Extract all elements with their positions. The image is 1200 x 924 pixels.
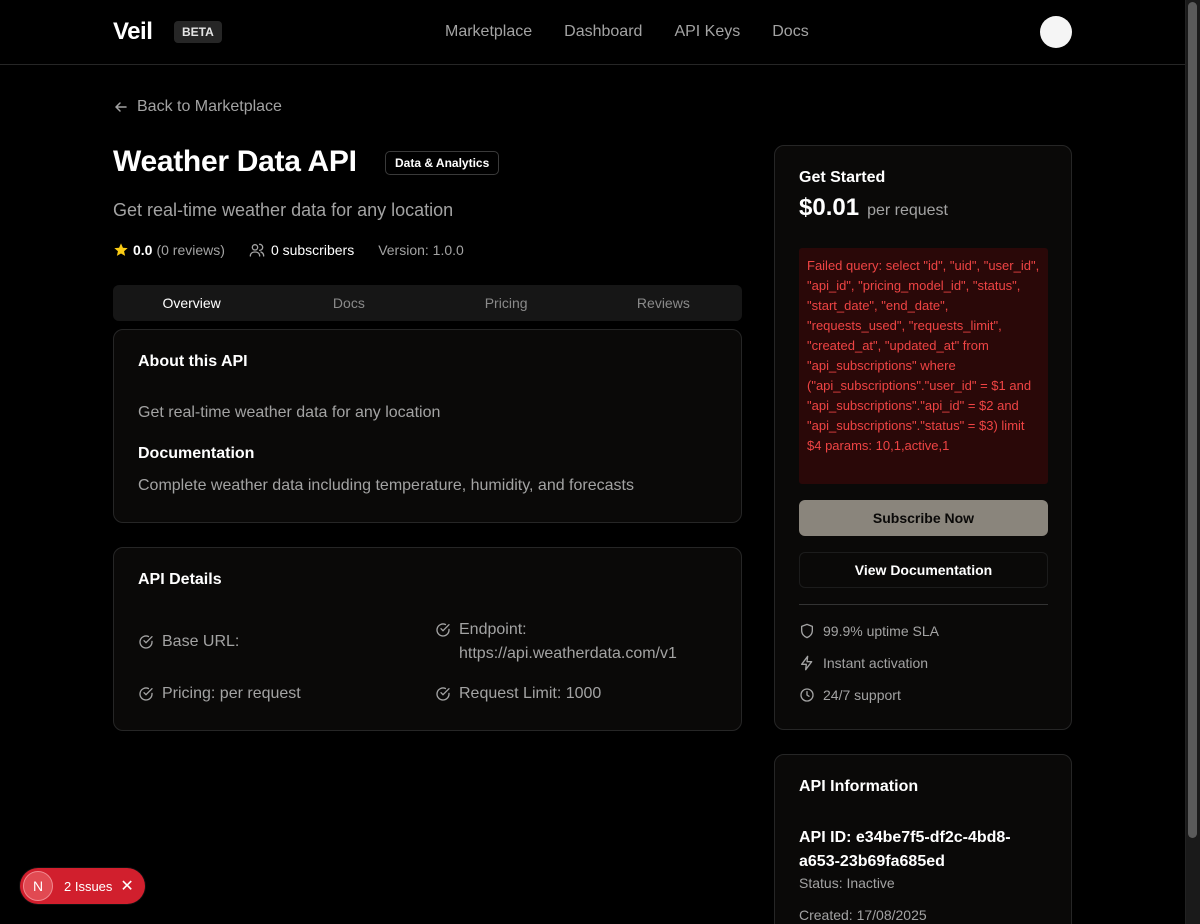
detail-base-url: Base URL: xyxy=(138,630,239,654)
nextjs-icon: N xyxy=(23,871,53,901)
tab-pricing[interactable]: Pricing xyxy=(428,285,585,321)
logo[interactable]: Veil xyxy=(113,18,153,46)
issues-badge[interactable]: N 2 Issues ✕ xyxy=(20,868,145,904)
page-scrollbar[interactable] xyxy=(1185,0,1200,924)
documentation-heading: Documentation xyxy=(138,445,255,462)
api-tabs: Overview Docs Pricing Reviews xyxy=(113,285,742,321)
clock-icon xyxy=(800,688,814,702)
close-icon[interactable]: ✕ xyxy=(120,876,133,896)
api-information-heading: API Information xyxy=(799,778,919,795)
api-title: Weather Data API xyxy=(113,145,357,178)
api-information-card: API Information API ID: e34be7f5-df2c-4b… xyxy=(774,754,1072,924)
scrollbar-thumb[interactable] xyxy=(1188,2,1197,838)
tab-overview[interactable]: Overview xyxy=(113,285,270,321)
about-description: Get real-time weather data for any locat… xyxy=(138,404,441,421)
endpoint-label: Endpoint: xyxy=(459,621,527,638)
subscribe-button[interactable]: Subscribe Now xyxy=(799,500,1048,536)
check-circle-icon xyxy=(436,687,450,701)
api-details-card: API Details Base URL: Endpoint: https://… xyxy=(113,547,742,731)
back-link-label: Back to Marketplace xyxy=(137,98,282,115)
detail-endpoint: Endpoint: https://api.weatherdata.com/v1 xyxy=(435,618,677,666)
tab-docs[interactable]: Docs xyxy=(270,285,427,321)
get-started-card: Get Started $0.01 per request Failed que… xyxy=(774,145,1072,730)
api-subtitle: Get real-time weather data for any locat… xyxy=(113,200,454,220)
request-limit-label: Request Limit: 1000 xyxy=(459,685,602,702)
tab-reviews[interactable]: Reviews xyxy=(585,285,742,321)
feature-uptime-label: 99.9% uptime SLA xyxy=(823,623,939,639)
endpoint-value: https://api.weatherdata.com/v1 xyxy=(459,645,677,662)
feature-activation: Instant activation xyxy=(799,655,928,671)
main-nav: Marketplace Dashboard API Keys Docs xyxy=(445,21,809,43)
about-card: About this API Get real-time weather dat… xyxy=(113,329,742,523)
arrow-left-icon xyxy=(115,102,127,112)
rating: 0.0 (0 reviews) xyxy=(113,242,225,258)
feature-support: 24/7 support xyxy=(799,687,901,703)
feature-activation-label: Instant activation xyxy=(823,655,929,671)
api-details-heading: API Details xyxy=(138,571,222,588)
nav-api-keys[interactable]: API Keys xyxy=(674,21,740,43)
divider xyxy=(799,604,1048,605)
pricing-label: Pricing: per request xyxy=(162,685,301,702)
subscriber-count: 0 subscribers xyxy=(270,242,355,258)
detail-request-limit: Request Limit: 1000 xyxy=(435,682,601,706)
base-url-label: Base URL: xyxy=(162,633,240,650)
beta-badge: BETA xyxy=(174,21,222,43)
version: Version: 1.0.0 xyxy=(378,242,464,258)
feature-support-label: 24/7 support xyxy=(823,687,901,703)
price-unit: per request xyxy=(867,202,948,219)
subscribers: 0 subscribers xyxy=(249,242,354,258)
nav-dashboard[interactable]: Dashboard xyxy=(564,21,642,43)
nav-docs[interactable]: Docs xyxy=(772,21,808,43)
user-avatar[interactable] xyxy=(1040,16,1072,48)
api-status: Status: Inactive xyxy=(799,875,895,891)
documentation-text: Complete weather data including temperat… xyxy=(138,477,634,494)
back-to-marketplace-link[interactable]: Back to Marketplace xyxy=(113,98,282,116)
about-heading: About this API xyxy=(138,353,248,370)
get-started-heading: Get Started xyxy=(799,169,886,186)
issues-label: 2 Issues xyxy=(64,878,113,894)
price-amount: $0.01 xyxy=(799,194,860,221)
api-meta: 0.0 (0 reviews) 0 subscribers Version: 1… xyxy=(113,242,464,258)
check-circle-icon xyxy=(436,623,450,637)
price: $0.01 per request xyxy=(799,194,948,222)
detail-pricing: Pricing: per request xyxy=(138,682,301,706)
feature-uptime: 99.9% uptime SLA xyxy=(799,623,939,639)
view-documentation-button[interactable]: View Documentation xyxy=(799,552,1048,588)
top-nav: Veil BETA Marketplace Dashboard API Keys… xyxy=(0,0,1185,65)
rating-value: 0.0 xyxy=(133,242,153,258)
shield-icon xyxy=(801,623,813,639)
category-badge: Data & Analytics xyxy=(385,151,500,175)
star-icon xyxy=(114,243,128,256)
review-count: (0 reviews) xyxy=(156,242,225,258)
users-icon xyxy=(249,243,265,257)
lightning-icon xyxy=(801,655,813,671)
api-id: API ID: e34be7f5-df2c-4bd8-a653-23b69fa6… xyxy=(799,829,1011,870)
nav-marketplace[interactable]: Marketplace xyxy=(445,21,532,43)
check-circle-icon xyxy=(139,635,153,649)
api-created: Created: 17/08/2025 xyxy=(799,907,927,923)
error-message: Failed query: select "id", "uid", "user_… xyxy=(799,248,1048,484)
check-circle-icon xyxy=(139,687,153,701)
